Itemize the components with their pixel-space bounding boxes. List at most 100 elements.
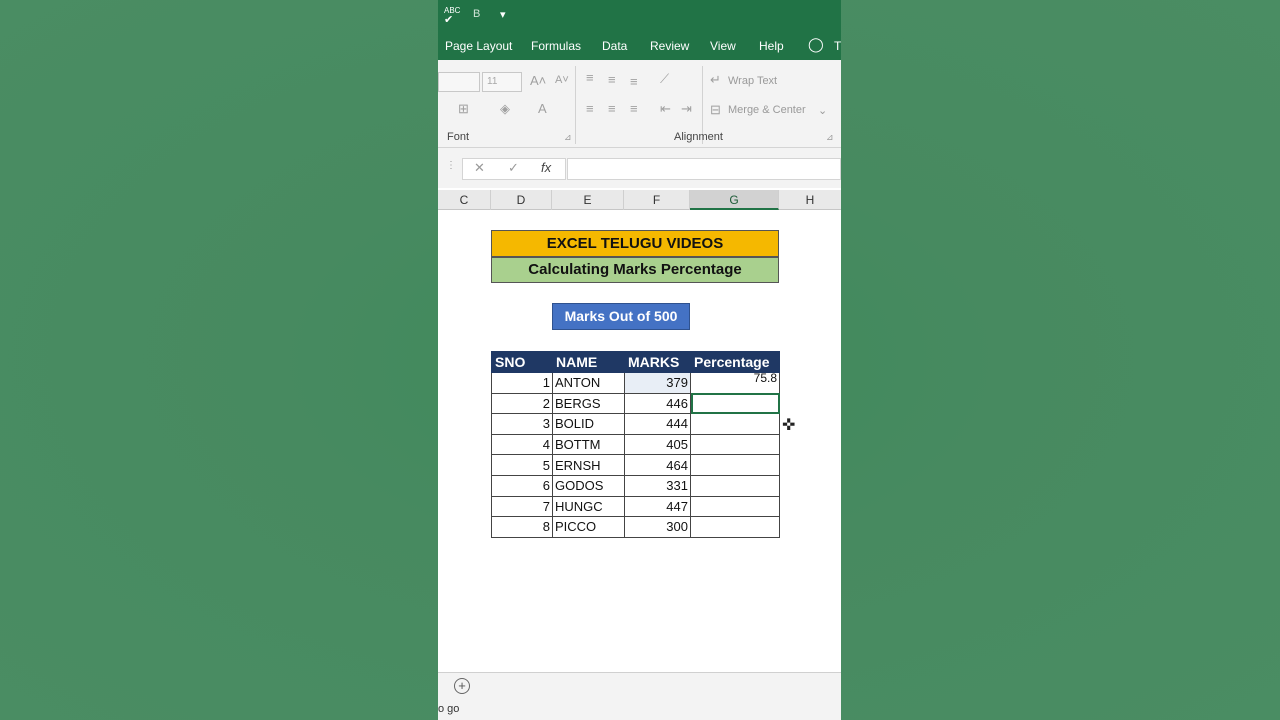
cell-marks[interactable]: 447 [624,495,691,518]
banner-subtitle[interactable]: Calculating Marks Percentage [491,257,779,283]
cell-cursor-icon: ✜ [782,417,796,434]
font-color-icon[interactable]: A [538,101,547,116]
excel-window: ABC ✔ B ▾ Page Layout Formulas Data Revi… [438,0,841,720]
column-header-c[interactable]: C [438,190,491,210]
font-dialog-launcher-icon[interactable]: ⊿ [564,132,572,143]
cell-sno[interactable]: 4 [491,433,553,456]
banner-title[interactable]: EXCEL TELUGU VIDEOS [491,230,779,257]
cell-name[interactable]: ERNSH [552,454,625,476]
cell-percentage[interactable]: 75.8 [690,372,780,394]
tab-review[interactable]: Review [650,39,689,53]
alignment-dialog-launcher-icon[interactable]: ⊿ [826,132,834,143]
cell-marks[interactable]: 300 [624,516,691,538]
cell-sno[interactable]: 8 [491,516,553,538]
insert-function-icon[interactable]: fx [541,160,551,175]
cell-percentage[interactable] [690,495,780,518]
column-header-f[interactable]: F [624,190,690,210]
merge-center-icon[interactable]: ⊟ [710,102,721,118]
table-row: 5 ERNSH 464 [491,454,780,476]
merge-center-button[interactable]: Merge & Center [728,104,806,116]
column-header-g[interactable]: G [690,190,779,210]
worksheet-grid[interactable]: EXCEL TELUGU VIDEOS Calculating Marks Pe… [438,210,841,672]
cell-name[interactable]: BOTTM [552,433,625,456]
lightbulb-icon[interactable]: ◯ [808,36,824,53]
ribbon-tabs: Page Layout Formulas Data Review View He… [438,33,841,60]
cell-sno[interactable]: 5 [491,454,553,476]
orientation-icon[interactable]: ⟋ [660,71,669,87]
header-marks[interactable]: MARKS [624,351,691,373]
enter-icon[interactable]: ✓ [508,160,519,176]
bottom-align-icon[interactable]: ≡ [630,74,638,89]
cell-marks[interactable]: 331 [624,474,691,497]
align-left-icon[interactable]: ≡ [586,101,594,116]
tab-data[interactable]: Data [602,39,627,53]
cell-sno[interactable]: 6 [491,474,553,497]
increase-font-icon[interactable]: A˄ [530,73,546,88]
align-center-icon[interactable]: ≡ [608,101,616,116]
column-header-h[interactable]: H [779,190,841,210]
cell-name[interactable]: ANTON [552,372,625,394]
table-row: 6 GODOS 331 [491,474,780,497]
customize-quick-access-button[interactable]: ▾ [500,8,506,21]
cell-marks[interactable]: 444 [624,413,691,435]
table-row: 3 BOLID 444 [491,413,780,435]
cell-marks[interactable]: 446 [624,392,691,415]
cell-sno[interactable]: 7 [491,495,553,518]
wrap-text-button[interactable]: Wrap Text [728,75,777,87]
decrease-indent-icon[interactable]: ⇤ [660,101,671,117]
title-bar: ABC ✔ B ▾ [438,0,841,33]
fill-color-icon[interactable]: ◈ [500,101,510,117]
header-sno[interactable]: SNO [491,351,553,373]
decrease-font-icon[interactable]: A˅ [555,74,569,86]
chevron-down-icon[interactable]: ⌄ [818,104,827,117]
tab-help[interactable]: Help [759,39,784,53]
cell-percentage[interactable] [690,413,780,435]
align-right-icon[interactable]: ≡ [630,101,638,116]
formula-input[interactable] [567,158,841,180]
cell-name[interactable]: BERGS [552,392,625,415]
cell-percentage[interactable] [690,516,780,538]
checkmark-icon: ✔ [444,14,454,26]
increase-indent-icon[interactable]: ⇥ [681,101,692,117]
ribbon-separator [575,66,576,144]
active-cell[interactable] [690,392,780,415]
table-row: 8 PICCO 300 [491,516,780,538]
cell-marks[interactable]: 405 [624,433,691,456]
font-group-label: Font [447,131,470,143]
add-sheet-icon[interactable]: + [454,678,470,694]
cell-marks[interactable]: 464 [624,454,691,476]
tab-page-layout[interactable]: Page Layout [445,39,512,53]
cell-percentage[interactable] [690,454,780,476]
wrap-text-icon[interactable]: ↵ [710,72,721,88]
cell-percentage[interactable] [690,474,780,497]
font-name-dropdown[interactable] [438,72,480,92]
header-percentage[interactable]: Percentage [690,351,780,373]
font-size-dropdown[interactable]: 11 [482,72,522,92]
bold-quick-button[interactable]: B [473,8,480,20]
cell-sno[interactable]: 1 [491,372,553,394]
column-header-e[interactable]: E [552,190,624,210]
cell-sno[interactable]: 3 [491,413,553,435]
tab-view[interactable]: View [710,39,736,53]
cell-name[interactable]: BOLID [552,413,625,435]
borders-icon[interactable]: ⊞ [458,101,469,117]
marks-out-of-label[interactable]: Marks Out of 500 [552,303,690,330]
cell-marks[interactable]: 379 [624,372,691,394]
table-row: 7 HUNGC 447 [491,495,780,518]
middle-align-icon[interactable]: ≡ [608,72,616,87]
tab-formulas[interactable]: Formulas [531,39,581,53]
cell-name[interactable]: GODOS [552,474,625,497]
cell-name[interactable]: PICCO [552,516,625,538]
tab-tell-me[interactable]: T [834,39,841,53]
cancel-icon[interactable]: ✕ [474,160,485,176]
column-headers: C D E F G H [438,190,841,210]
column-header-d[interactable]: D [491,190,552,210]
top-align-icon[interactable]: ≡ [586,70,594,85]
status-text: o go [438,703,460,715]
cell-sno[interactable]: 2 [491,392,553,415]
ribbon-home: 11 A˄ A˅ ⊞ ◈ A ≡ ≡ ≡ ⟋ ≡ ≡ ≡ ⇤ ⇥ ↵ Wrap … [438,60,841,148]
cell-percentage[interactable] [690,433,780,456]
table-header-row: SNO NAME MARKS Percentage [491,351,780,373]
cell-name[interactable]: HUNGC [552,495,625,518]
header-name[interactable]: NAME [552,351,625,373]
